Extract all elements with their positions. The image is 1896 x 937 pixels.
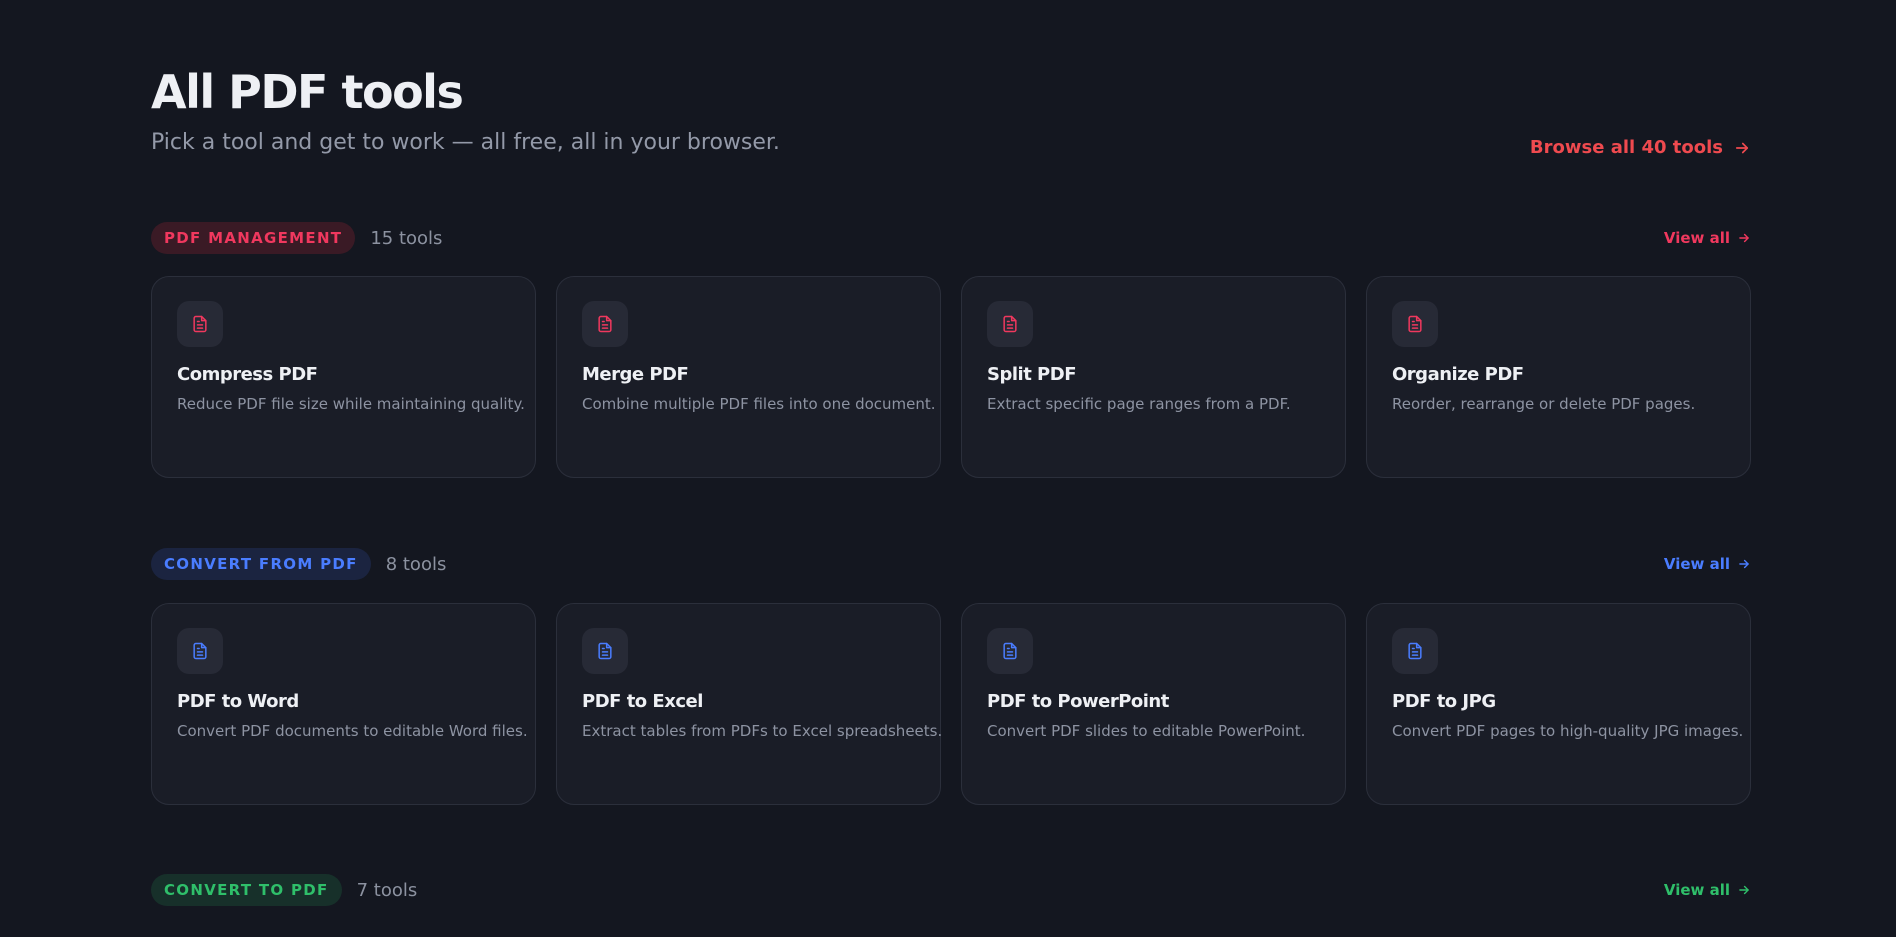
tool-grid-convert-from-pdf: PDF to Word Convert PDF documents to edi… [151, 603, 1751, 805]
section-header-pdf-management: PDF MANAGEMENT 15 tools View all [151, 222, 1751, 254]
tool-description: Extract tables from PDFs to Excel spread… [582, 722, 943, 740]
view-all-label: View all [1663, 881, 1730, 899]
view-all-link-convert-from-pdf[interactable]: View all [1664, 555, 1751, 573]
tool-count: 7 tools [356, 879, 418, 901]
category-badge-pdf-management: PDF MANAGEMENT [151, 222, 356, 254]
document-icon [1408, 315, 1422, 333]
tool-icon-tile [177, 301, 223, 347]
category-badge-convert-to-pdf: CONVERT TO PDF [151, 874, 342, 906]
tool-description: Reduce PDF file size while maintaining q… [177, 395, 525, 413]
arrow-right-icon [1739, 559, 1749, 569]
tool-card-split-pdf[interactable]: Split PDF Extract specific page ranges f… [961, 276, 1346, 478]
document-icon [598, 315, 612, 333]
browse-all-tools-link[interactable]: Browse all 40 tools [1530, 135, 1751, 161]
tool-description: Reorder, rearrange or delete PDF pages. [1392, 395, 1696, 413]
document-icon [1408, 642, 1422, 660]
tool-title: Organize PDF [1392, 364, 1524, 385]
tool-description: Combine multiple PDF files into one docu… [582, 395, 936, 413]
browse-all-tools-label: Browse all 40 tools [1529, 137, 1723, 158]
tool-count: 8 tools [385, 553, 447, 575]
tool-count: 15 tools [370, 227, 443, 249]
arrow-right-icon [1735, 142, 1749, 154]
page-title: All PDF tools [151, 65, 464, 119]
tool-title: PDF to JPG [1392, 691, 1496, 712]
tool-description: Convert PDF slides to editable PowerPoin… [987, 722, 1306, 740]
category-badge-convert-from-pdf: CONVERT FROM PDF [151, 548, 371, 580]
tool-icon-tile [1392, 628, 1438, 674]
tool-description: Convert PDF pages to high-quality JPG im… [1392, 722, 1744, 740]
document-icon [193, 642, 207, 660]
page-header: All PDF tools Pick a tool and get to wor… [151, 0, 1751, 200]
view-all-label: View all [1663, 555, 1730, 573]
tool-description: Extract specific page ranges from a PDF. [987, 395, 1291, 413]
tool-card-merge-pdf[interactable]: Merge PDF Combine multiple PDF files int… [556, 276, 941, 478]
tool-icon-tile [177, 628, 223, 674]
view-all-link-convert-to-pdf[interactable]: View all [1664, 881, 1751, 899]
tool-card-pdf-to-powerpoint[interactable]: PDF to PowerPoint Convert PDF slides to … [961, 603, 1346, 805]
section-header-convert-from-pdf: CONVERT FROM PDF 8 tools View all [151, 548, 1751, 580]
arrow-right-icon [1739, 233, 1749, 243]
tool-title: Merge PDF [582, 364, 689, 385]
tool-title: PDF to PowerPoint [987, 691, 1169, 712]
document-icon [193, 315, 207, 333]
document-icon [1003, 642, 1017, 660]
page-subtitle: Pick a tool and get to work — all free, … [151, 130, 780, 155]
tool-card-pdf-to-excel[interactable]: PDF to Excel Extract tables from PDFs to… [556, 603, 943, 805]
page: All PDF tools Pick a tool and get to wor… [0, 0, 1896, 937]
tool-card-compress-pdf[interactable]: Compress PDF Reduce PDF file size while … [151, 276, 536, 478]
document-icon [1003, 315, 1017, 333]
tool-card-pdf-to-word[interactable]: PDF to Word Convert PDF documents to edi… [151, 603, 536, 805]
tool-icon-tile [1392, 301, 1438, 347]
tool-card-pdf-to-jpg[interactable]: PDF to JPG Convert PDF pages to high-qua… [1366, 603, 1751, 805]
main-container: All PDF tools Pick a tool and get to wor… [151, 0, 1751, 906]
view-all-label: View all [1663, 229, 1730, 247]
view-all-link-pdf-management[interactable]: View all [1664, 229, 1751, 247]
tool-title: Split PDF [987, 364, 1077, 385]
tool-card-organize-pdf[interactable]: Organize PDF Reorder, rearrange or delet… [1366, 276, 1751, 478]
tool-icon-tile [582, 628, 628, 674]
section-header-convert-to-pdf: CONVERT TO PDF 7 tools View all [151, 874, 1751, 906]
tool-icon-tile [582, 301, 628, 347]
tool-title: Compress PDF [177, 364, 318, 385]
tool-grid-pdf-management: Compress PDF Reduce PDF file size while … [151, 276, 1751, 478]
tool-title: PDF to Word [177, 691, 299, 712]
tool-description: Convert PDF documents to editable Word f… [177, 722, 528, 740]
tool-title: PDF to Excel [582, 691, 703, 712]
tool-icon-tile [987, 301, 1033, 347]
arrow-right-icon [1739, 885, 1749, 895]
tool-icon-tile [987, 628, 1033, 674]
document-icon [598, 642, 612, 660]
